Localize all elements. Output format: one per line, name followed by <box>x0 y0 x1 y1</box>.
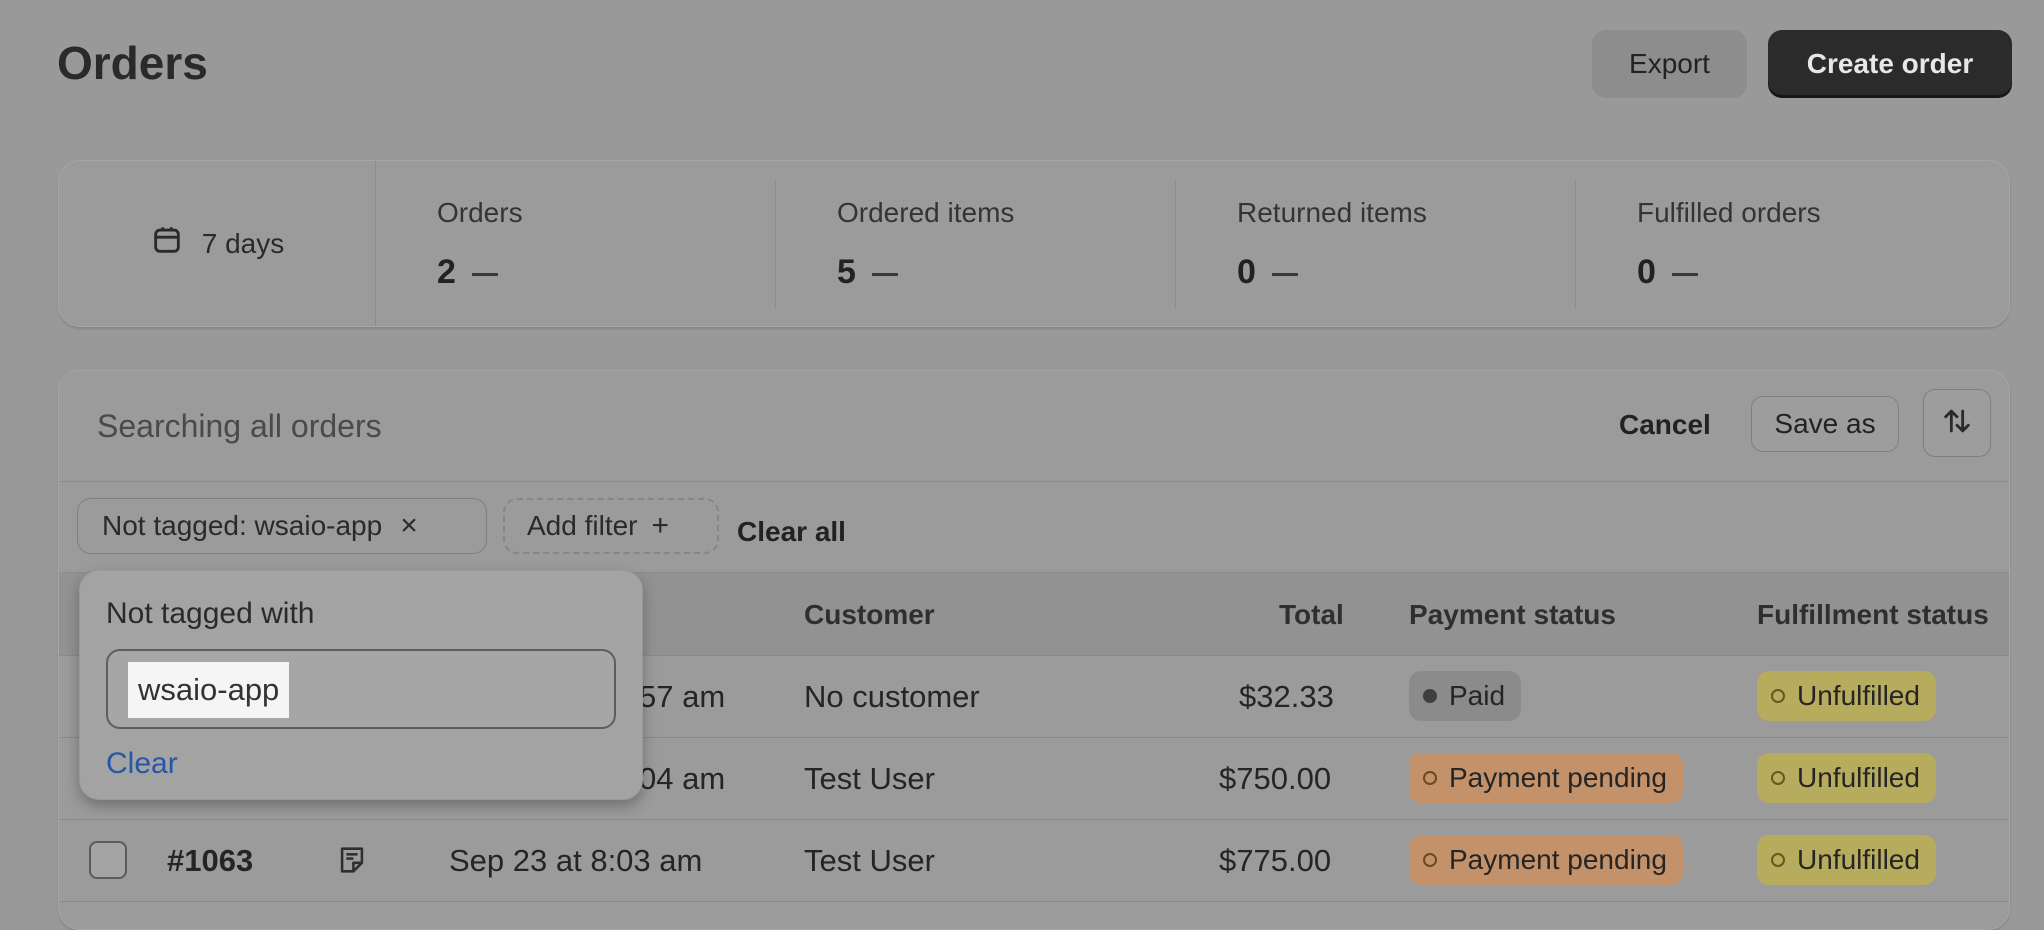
status-dot-icon <box>1423 689 1437 703</box>
stat-value: 2 <box>437 253 456 291</box>
tag-filter-popover: Not tagged with wsaio-app Clear <box>79 570 643 800</box>
status-dot-icon <box>1771 853 1785 867</box>
stat-label: Fulfilled orders <box>1637 197 1821 228</box>
customer-name: Test User <box>804 843 935 878</box>
order-date: Sep 23 at 8:03 am <box>449 843 703 878</box>
column-header-fulfillment-status[interactable]: Fulfillment status <box>1757 599 1989 631</box>
stat-label: Ordered items <box>837 197 1015 228</box>
customer-name: No customer <box>804 679 980 714</box>
fulfillment-status-badge: Unfulfilled <box>1757 753 1936 803</box>
order-total: $775.00 <box>1219 843 1332 878</box>
plus-icon: + <box>651 509 670 542</box>
order-total: $32.33 <box>1239 679 1334 714</box>
stat-value: 5 <box>837 253 856 291</box>
popover-label: Not tagged with <box>106 597 315 630</box>
table-row[interactable]: #1063 Sep 23 at 8:03 am Test User $775.0… <box>59 819 2009 902</box>
stats-card: 7 days Orders 2 Ordered items 5 Returned… <box>58 160 2010 327</box>
payment-status-label: Payment pending <box>1449 762 1667 793</box>
status-dot-icon <box>1771 771 1785 785</box>
fulfillment-status-label: Unfulfilled <box>1797 680 1920 711</box>
fulfillment-status-badge: Unfulfilled <box>1757 671 1936 721</box>
create-order-button[interactable]: Create order <box>1768 30 2012 98</box>
payment-status-label: Paid <box>1449 680 1506 711</box>
tag-input-value: wsaio-app <box>128 662 290 718</box>
row-checkbox[interactable] <box>89 841 127 879</box>
active-filter-chip[interactable]: Not tagged: wsaio-app × <box>77 498 487 554</box>
order-number[interactable]: #1063 <box>167 843 253 879</box>
add-filter-button[interactable]: Add filter + <box>503 498 719 554</box>
payment-status-badge: Payment pending <box>1409 753 1683 803</box>
fulfillment-status-label: Unfulfilled <box>1797 844 1920 875</box>
order-date: 04 am <box>639 761 726 796</box>
customer-name: Test User <box>804 761 935 796</box>
payment-status-badge: Payment pending <box>1409 835 1683 885</box>
divider <box>1175 181 1176 309</box>
column-header-total[interactable]: Total <box>1279 599 1344 631</box>
divider <box>775 181 776 309</box>
status-dot-icon <box>1423 853 1437 867</box>
page-title: Orders <box>57 37 208 89</box>
trend-dash-icon <box>1271 272 1298 276</box>
calendar-icon <box>150 223 184 264</box>
payment-status-badge: Paid <box>1409 671 1522 721</box>
trend-dash-icon <box>1671 272 1698 276</box>
date-range-picker[interactable]: 7 days <box>59 161 376 326</box>
filter-bar: Not tagged: wsaio-app × Add filter + Cle… <box>59 482 2009 573</box>
filter-chip-label: Not tagged: wsaio-app <box>102 510 383 541</box>
date-range-label: 7 days <box>201 227 285 259</box>
status-dot-icon <box>1771 689 1785 703</box>
clear-all-button[interactable]: Clear all <box>737 516 846 548</box>
note-icon <box>335 843 369 882</box>
column-header-customer[interactable]: Customer <box>804 599 935 631</box>
clear-link[interactable]: Clear <box>106 747 178 781</box>
stat-label: Orders <box>437 197 523 228</box>
divider <box>1575 181 1576 309</box>
tag-input[interactable]: wsaio-app <box>106 649 616 729</box>
column-header-payment-status[interactable]: Payment status <box>1409 599 1616 631</box>
sort-button[interactable] <box>1923 389 1991 457</box>
export-button[interactable]: Export <box>1592 30 1747 98</box>
fulfillment-status-label: Unfulfilled <box>1797 762 1920 793</box>
close-icon[interactable]: × <box>400 511 418 541</box>
sort-icon <box>1940 404 1974 443</box>
stat-value: 0 <box>1237 253 1256 291</box>
search-input[interactable]: Searching all orders <box>97 408 382 445</box>
status-dot-icon <box>1423 771 1437 785</box>
order-total: $750.00 <box>1219 761 1332 796</box>
fulfillment-status-badge: Unfulfilled <box>1757 835 1936 885</box>
cancel-button[interactable]: Cancel <box>1619 409 1711 441</box>
order-date: 57 am <box>639 679 726 714</box>
trend-dash-icon <box>871 272 898 276</box>
add-filter-label: Add filter <box>527 510 638 541</box>
stat-value: 0 <box>1637 253 1656 291</box>
payment-status-label: Payment pending <box>1449 844 1667 875</box>
stat-label: Returned items <box>1237 197 1427 228</box>
save-as-button[interactable]: Save as <box>1751 396 1899 452</box>
search-bar: Searching all orders Cancel Save as <box>59 371 2009 482</box>
trend-dash-icon <box>471 272 498 276</box>
